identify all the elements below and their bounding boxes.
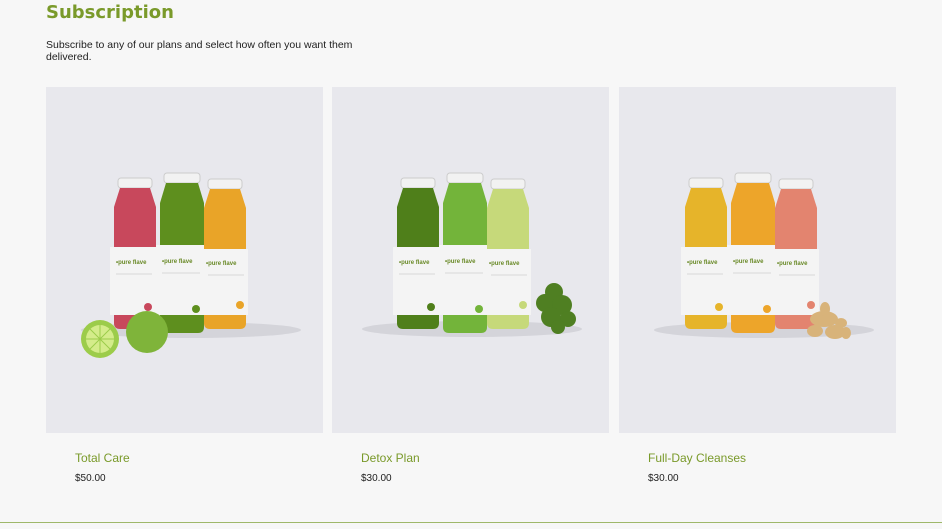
page-subtitle: Subscribe to any of our plans and select…	[46, 39, 353, 63]
plan-card-detox[interactable]: •pure flave •pure flave •pure flave Deto…	[332, 87, 609, 484]
bottle-center: •pure flave	[439, 172, 489, 333]
plan-name[interactable]: Full-Day Cleanses	[648, 451, 746, 465]
svg-text:•pure flave: •pure flave	[116, 260, 147, 266]
plan-image[interactable]: •pure flave •pure flave •pure flave	[46, 87, 323, 433]
plan-card-full-day-cleanses[interactable]: •pure flave •pure flave •pure flave Full…	[619, 87, 896, 484]
plan-name[interactable]: Detox Plan	[361, 451, 420, 465]
plan-price: $30.00	[648, 473, 679, 484]
bottle-left: •pure flave	[110, 177, 158, 329]
bottle-left: •pure flave	[393, 177, 441, 329]
plan-name[interactable]: Total Care	[75, 451, 130, 465]
svg-text:•pure flave: •pure flave	[399, 260, 430, 266]
bottle-right: •pure flave	[775, 178, 819, 329]
plan-price: $30.00	[361, 473, 392, 484]
bottle-center: •pure flave	[156, 172, 206, 333]
svg-text:•pure flave: •pure flave	[733, 259, 764, 265]
juice-bottles-illustration: •pure flave •pure flave •pure flave	[362, 172, 582, 337]
juice-bottles-illustration: •pure flave •pure flave •pure flave	[654, 172, 874, 339]
bottle-right: •pure flave	[204, 178, 248, 329]
plan-card-total-care[interactable]: •pure flave •pure flave •pure flave Tota…	[46, 87, 323, 484]
subscription-page: Subscription Subscribe to any of our pla…	[0, 0, 942, 529]
page-title: Subscription	[46, 2, 174, 23]
plan-image[interactable]: •pure flave •pure flave •pure flave	[332, 87, 609, 433]
bottle-center: •pure flave	[727, 172, 777, 333]
juice-bottles-illustration: •pure flave •pure flave •pure flave	[81, 172, 301, 358]
footer-divider	[0, 522, 942, 523]
bottle-left: •pure flave	[681, 177, 729, 329]
plan-price: $50.00	[75, 473, 106, 484]
bottle-right: •pure flave	[487, 178, 531, 329]
svg-text:•pure flave: •pure flave	[489, 261, 520, 267]
svg-text:•pure flave: •pure flave	[445, 259, 476, 265]
plan-image[interactable]: •pure flave •pure flave •pure flave	[619, 87, 896, 433]
svg-text:•pure flave: •pure flave	[206, 261, 237, 267]
svg-text:•pure flave: •pure flave	[777, 261, 808, 267]
svg-text:•pure flave: •pure flave	[162, 259, 193, 265]
svg-text:•pure flave: •pure flave	[687, 260, 718, 266]
